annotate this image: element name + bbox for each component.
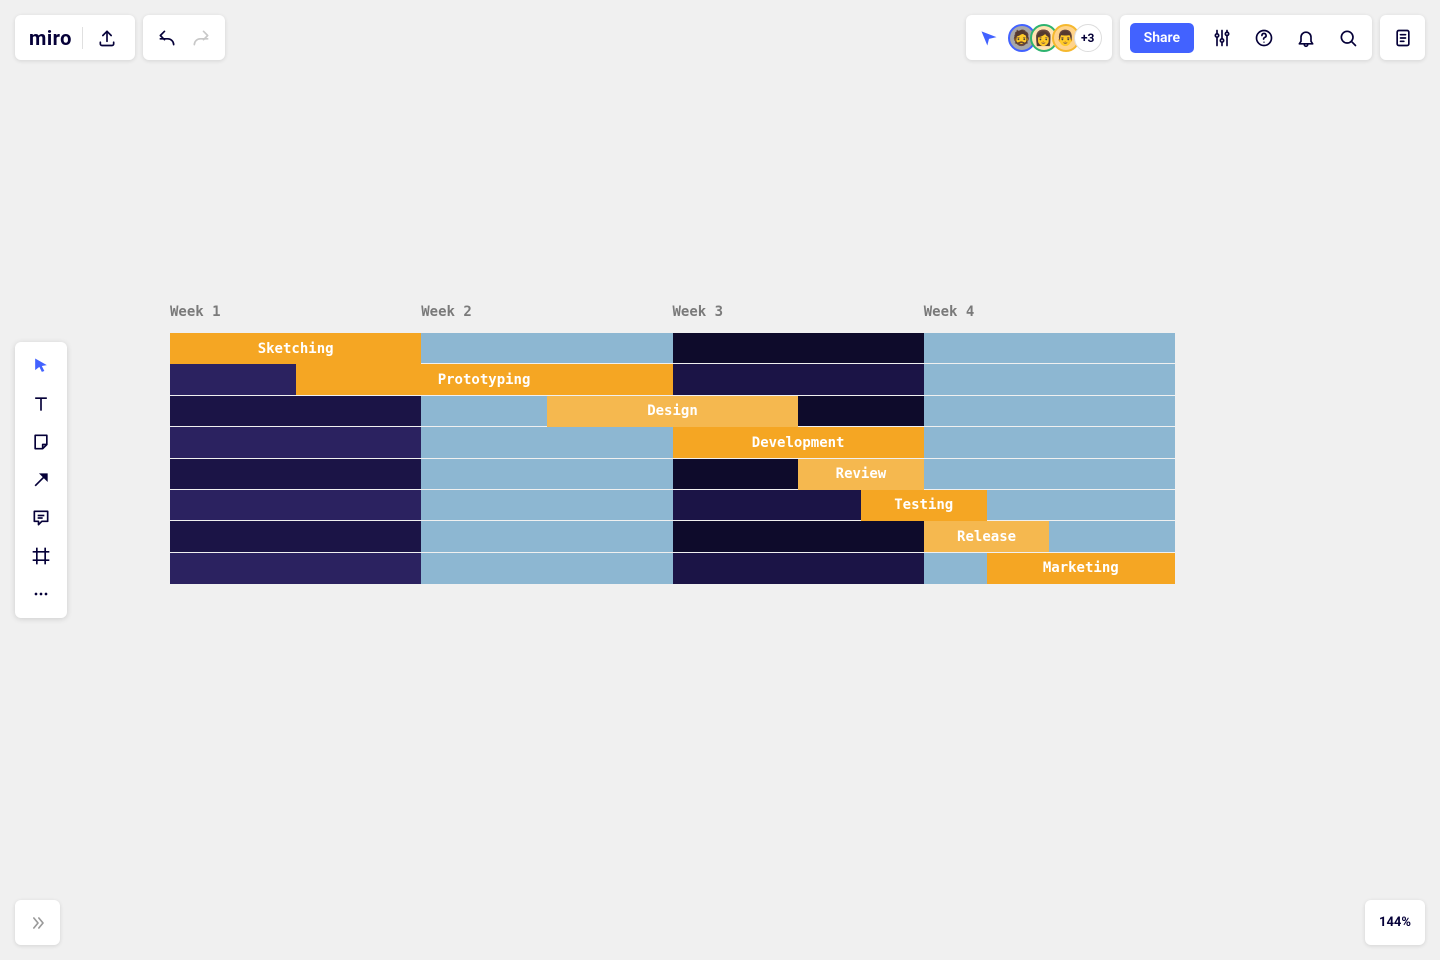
gantt-bg-cell: [673, 364, 924, 394]
gantt-bg-cell: [421, 459, 672, 489]
gantt-row: Marketing: [170, 553, 1175, 584]
gantt-task-bar[interactable]: Release: [924, 521, 1050, 552]
gantt-bg-cell: [673, 521, 924, 551]
zoom-value: 144%: [1379, 915, 1411, 930]
gantt-bg-cell: [170, 490, 421, 520]
top-bar: miro 🧔 👩 👨 +3 Share: [15, 15, 1425, 60]
gantt-row: Review: [170, 459, 1175, 490]
gantt-bg-cell: [924, 396, 1175, 426]
gantt-task-bar[interactable]: Sketching: [170, 333, 421, 364]
share-button[interactable]: Share: [1130, 23, 1194, 53]
frame-tool-icon[interactable]: [21, 538, 61, 574]
gantt-column-header: Week 3: [673, 305, 724, 319]
gantt-task-bar[interactable]: Development: [673, 427, 924, 458]
undo-redo-panel: [143, 15, 225, 60]
gantt-bg-cell: [421, 490, 672, 520]
avatar-overflow-count[interactable]: +3: [1074, 24, 1102, 52]
gantt-row: Design: [170, 396, 1175, 427]
gantt-bg-cell: [170, 427, 421, 457]
gantt-bg-cell: [421, 553, 672, 584]
gantt-bg-cell: [673, 333, 924, 363]
avatar-stack[interactable]: 🧔 👩 👨 +3: [1008, 24, 1102, 52]
help-icon[interactable]: [1250, 24, 1278, 52]
search-icon[interactable]: [1334, 24, 1362, 52]
gantt-bg-cell: [924, 364, 1175, 394]
notifications-icon[interactable]: [1292, 24, 1320, 52]
gantt-bg-cell: [673, 553, 924, 584]
text-tool-icon[interactable]: [21, 386, 61, 422]
collaborators-panel: 🧔 👩 👨 +3: [966, 15, 1112, 60]
comment-tool-icon[interactable]: [21, 500, 61, 536]
gantt-task-bar[interactable]: Testing: [861, 490, 987, 521]
gantt-bg-cell: [170, 459, 421, 489]
gantt-column-header: Week 4: [924, 305, 975, 319]
separator: [82, 27, 83, 49]
logo-panel: miro: [15, 15, 135, 60]
zoom-indicator[interactable]: 144%: [1365, 900, 1425, 945]
select-tool-icon[interactable]: [21, 348, 61, 384]
sticky-note-tool-icon[interactable]: [21, 424, 61, 460]
actions-panel: Share: [1120, 15, 1372, 60]
presentation-icon[interactable]: [976, 28, 1002, 48]
gantt-bg-cell: [170, 521, 421, 551]
gantt-bg-cell: [924, 333, 1175, 363]
gantt-row: Prototyping: [170, 364, 1175, 395]
gantt-body[interactable]: SketchingPrototypingDesignDevelopmentRev…: [170, 333, 1175, 584]
gantt-bg-cell: [421, 427, 672, 457]
gantt-task-bar[interactable]: Marketing: [987, 553, 1175, 584]
gantt-bg-cell: [924, 459, 1175, 489]
gantt-task-bar[interactable]: Design: [547, 396, 798, 427]
notes-icon[interactable]: [1389, 24, 1417, 52]
gantt-row: Sketching: [170, 333, 1175, 364]
gantt-bg-cell: [421, 333, 672, 363]
gantt-row: Release: [170, 521, 1175, 552]
gantt-chart[interactable]: Week 1 Week 2 Week 3 Week 4 SketchingProtot…: [170, 305, 1175, 584]
gantt-column-header: Week 1: [170, 305, 221, 319]
settings-icon[interactable]: [1208, 24, 1236, 52]
export-icon[interactable]: [93, 24, 121, 52]
notes-panel[interactable]: [1380, 15, 1425, 60]
gantt-bg-cell: [421, 521, 672, 551]
expand-panel-icon[interactable]: [15, 900, 60, 945]
gantt-week-headers: Week 1 Week 2 Week 3 Week 4: [170, 305, 1175, 329]
gantt-bg-cell: [170, 396, 421, 426]
undo-icon[interactable]: [153, 24, 181, 52]
app-logo[interactable]: miro: [29, 26, 72, 50]
gantt-task-bar[interactable]: Prototyping: [296, 364, 673, 395]
gantt-column-header: Week 2: [421, 305, 472, 319]
tools-toolbar: [15, 342, 67, 618]
gantt-row: Testing: [170, 490, 1175, 521]
arrow-tool-icon[interactable]: [21, 462, 61, 498]
gantt-row: Development: [170, 427, 1175, 458]
gantt-bg-cell: [170, 553, 421, 584]
redo-icon[interactable]: [187, 24, 215, 52]
gantt-task-bar[interactable]: Review: [798, 459, 924, 490]
more-tools-icon[interactable]: [21, 576, 61, 612]
gantt-bg-cell: [924, 427, 1175, 457]
